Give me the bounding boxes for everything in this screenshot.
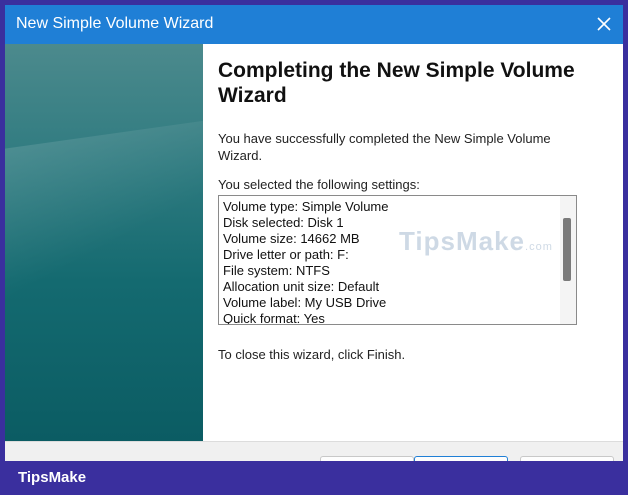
watermark-text: TipsMake <box>399 226 526 256</box>
completion-message: You have successfully completed the New … <box>218 131 551 163</box>
page-title: Completing the New Simple Volume Wizard <box>218 59 575 107</box>
watermark: TipsMake.com <box>399 226 553 257</box>
brand-logo-text: TipsMake <box>18 469 87 486</box>
wizard-sidebar-graphic <box>5 44 203 441</box>
wizard-window: New Simple Volume Wizard Completing the … <box>5 5 623 461</box>
settings-list: Volume type: Simple Volume Disk selected… <box>223 199 553 325</box>
settings-item-quick-format: Quick format: Yes <box>223 311 325 325</box>
close-icon <box>597 17 611 31</box>
button-bar <box>5 441 623 461</box>
wizard-content: Completing the New Simple Volume Wizard … <box>203 44 623 441</box>
close-instruction: To close this wizard, click Finish. <box>218 347 406 362</box>
scrollbar-thumb[interactable] <box>563 218 571 281</box>
settings-label: You selected the following settings: <box>218 177 420 192</box>
window-title: New Simple Volume Wizard <box>16 15 214 32</box>
settings-item-volume-type: Volume type: Simple Volume <box>223 199 389 214</box>
settings-item-file-system: File system: NTFS <box>223 263 330 278</box>
title-bar: New Simple Volume Wizard <box>5 5 623 44</box>
brand-footer: TipsMake <box>0 461 628 495</box>
watermark-suffix: .com <box>525 241 553 253</box>
settings-item-volume-label: Volume label: My USB Drive <box>223 295 387 310</box>
sidebar-decoration <box>5 113 203 315</box>
close-button[interactable] <box>589 9 619 39</box>
settings-scrollbar[interactable] <box>560 196 576 324</box>
settings-item-allocation-unit: Allocation unit size: Default <box>223 279 380 294</box>
settings-summary-box[interactable]: Volume type: Simple Volume Disk selected… <box>218 195 577 325</box>
